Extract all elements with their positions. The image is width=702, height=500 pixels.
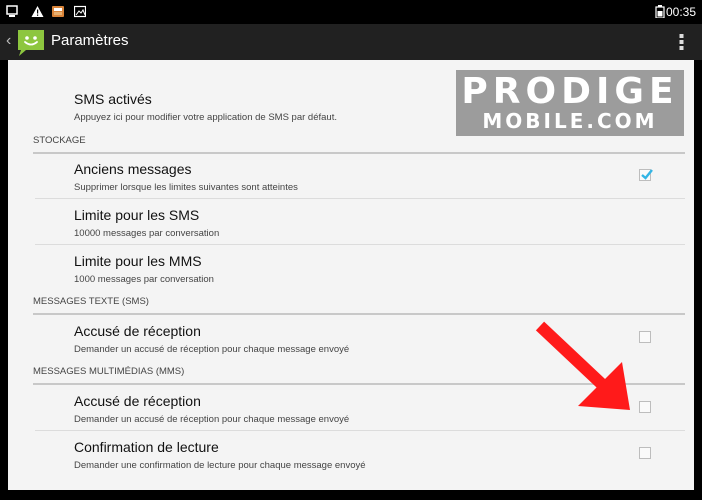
pref-summary: Demander un accusé de réception pour cha… xyxy=(74,344,350,355)
divider xyxy=(35,430,685,431)
pref-title: Confirmation de lecture xyxy=(74,439,219,455)
pref-summary: Demander un accusé de réception pour cha… xyxy=(74,414,350,425)
page-title: Paramètres xyxy=(51,32,129,49)
category-label: MESSAGES MULTIMÉDIAS (MMS) xyxy=(33,366,185,377)
warning-icon xyxy=(31,6,44,17)
divider xyxy=(35,244,685,245)
category-label: STOCKAGE xyxy=(33,135,86,146)
pref-title: Accusé de réception xyxy=(74,323,201,339)
pref-title: SMS activés xyxy=(74,91,152,107)
battery-icon xyxy=(655,5,665,18)
pref-summary: 10000 messages par conversation xyxy=(74,228,220,239)
navigation-bar xyxy=(0,490,702,500)
pref-title: Anciens messages xyxy=(74,161,192,177)
app-icon xyxy=(52,6,64,17)
pref-title: Limite pour les MMS xyxy=(74,253,202,269)
pref-title: Accusé de réception xyxy=(74,393,201,409)
pref-mms-limit[interactable]: Limite pour les MMS 1000 messages par co… xyxy=(35,253,685,293)
pref-summary: 1000 messages par conversation xyxy=(74,274,214,285)
category-divider xyxy=(33,152,685,154)
image-icon xyxy=(74,5,86,18)
read-report-checkbox[interactable] xyxy=(639,447,651,459)
screen-icon xyxy=(6,5,18,17)
watermark-logo: PRODIGE MOBILE.COM xyxy=(456,70,684,136)
pref-title: Limite pour les SMS xyxy=(74,207,200,223)
pref-summary: Supprimer lorsque les limites suivantes … xyxy=(74,182,298,193)
clock: 00:35 xyxy=(665,5,696,19)
category-sms: MESSAGES TEXTE (SMS) xyxy=(33,296,685,315)
mms-delivery-checkbox[interactable] xyxy=(639,401,651,413)
pref-read-report[interactable]: Confirmation de lecture Demander une con… xyxy=(35,439,685,479)
category-divider xyxy=(33,313,685,315)
pref-old-messages[interactable]: Anciens messages Supprimer lorsque les l… xyxy=(35,161,685,201)
category-storage: STOCKAGE xyxy=(33,135,685,154)
pref-summary: Demander une confirmation de lecture pou… xyxy=(74,460,366,471)
divider xyxy=(35,198,685,199)
red-arrow-icon xyxy=(535,321,630,410)
messaging-app-icon[interactable] xyxy=(15,26,47,58)
checkmark-icon xyxy=(641,169,653,180)
old-messages-checkbox[interactable] xyxy=(639,169,653,181)
back-chevron-icon[interactable]: ‹ xyxy=(6,32,11,50)
pref-sms-limit[interactable]: Limite pour les SMS 10000 messages par c… xyxy=(35,207,685,247)
watermark-line1: PRODIGE xyxy=(461,71,679,112)
status-bar: 00:35 xyxy=(0,0,702,24)
overflow-menu-icon[interactable] xyxy=(679,33,684,51)
category-label: MESSAGES TEXTE (SMS) xyxy=(33,296,149,307)
watermark-line2: MOBILE.COM xyxy=(482,109,658,133)
pref-summary: Appuyez ici pour modifier votre applicat… xyxy=(74,112,337,123)
sms-delivery-checkbox[interactable] xyxy=(639,331,651,343)
action-bar: ‹ Paramètres xyxy=(0,24,702,60)
